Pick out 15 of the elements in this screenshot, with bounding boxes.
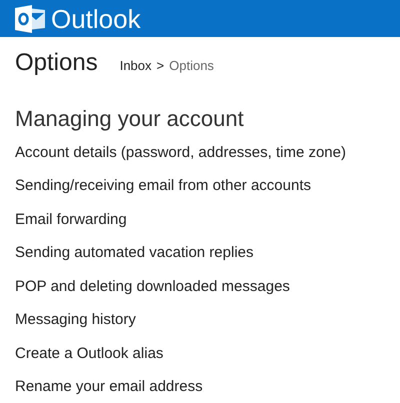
brand-name: Outlook [51,6,141,32]
option-link[interactable]: Sending/receiving email from other accounts [15,176,311,210]
option-link[interactable]: Messaging history [15,310,136,344]
option-link[interactable]: Email forwarding [15,210,127,243]
option-link[interactable]: Rename your email address [15,377,203,403]
option-link[interactable]: Account details (password, addresses, time zone) [15,142,346,176]
option-link[interactable]: Create a Outlook alias [15,344,164,377]
option-link[interactable]: POP and deleting downloaded messages [15,276,290,310]
outlook-logo-icon[interactable] [15,4,45,32]
section-heading: Managing your account [15,108,245,130]
page-title: Options [15,51,98,75]
breadcrumb-link[interactable]: Inbox [120,56,152,76]
breadcrumb-separator: > [156,57,164,75]
breadcrumb-current: Options [169,57,214,75]
option-link[interactable]: Sending automated vacation replies [15,243,254,276]
